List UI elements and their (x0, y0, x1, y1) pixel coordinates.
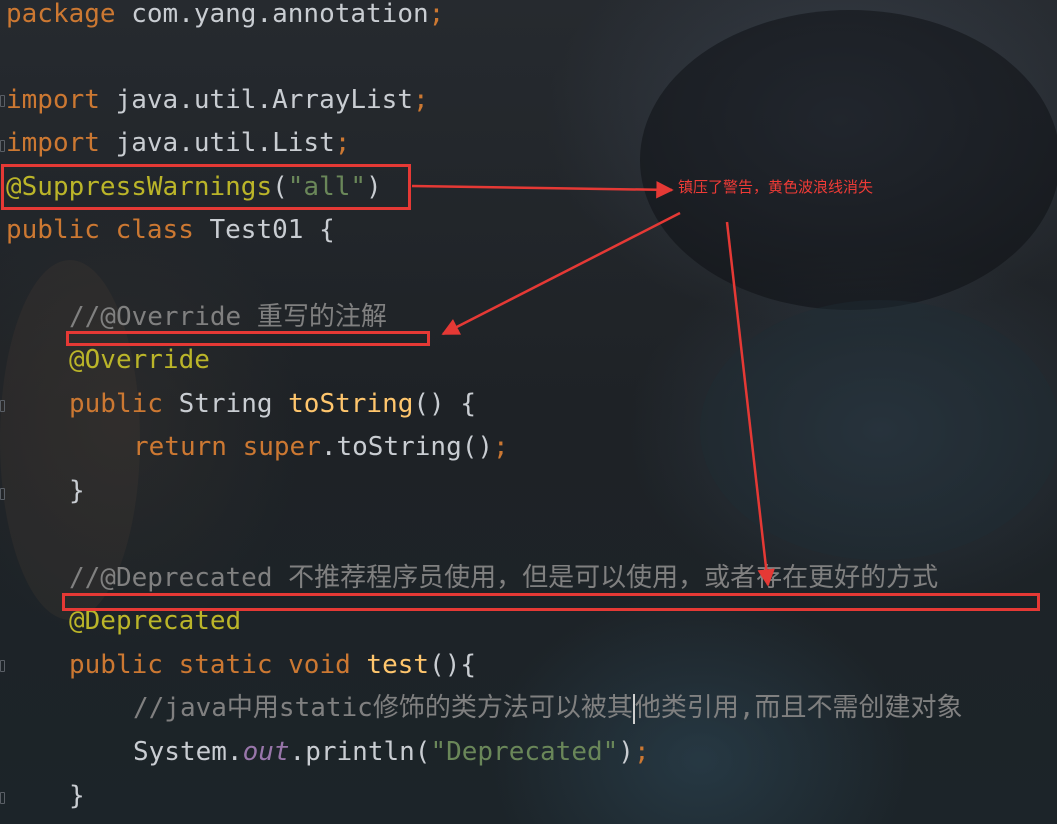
annotation-note: 镇压了警告，黄色波浪线消失 (678, 178, 874, 196)
annotation-arrows (411, 181, 775, 587)
arrow-to-override-comment (441, 211, 681, 336)
arrow-to-note (411, 181, 674, 199)
arrow-to-deprecated-comment (725, 221, 775, 587)
